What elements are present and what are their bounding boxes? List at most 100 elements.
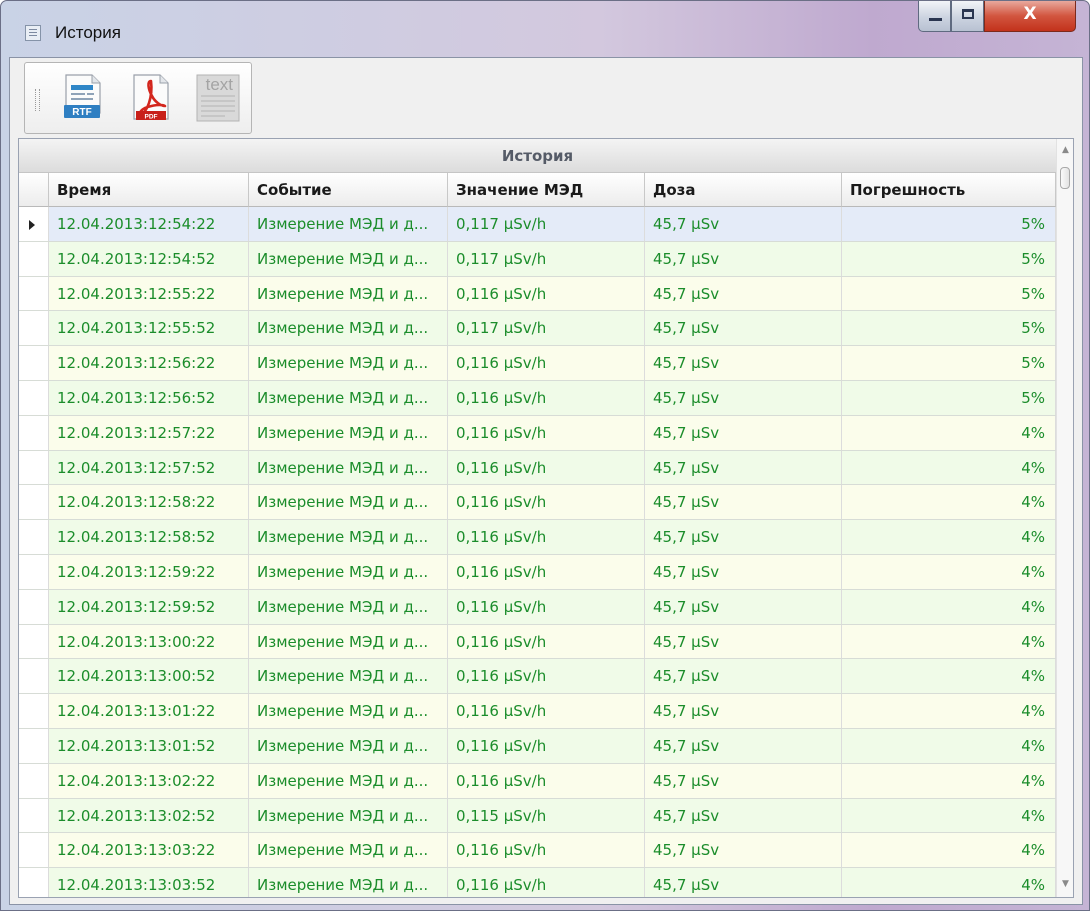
row-indicator[interactable] [19, 485, 49, 520]
cell-dose: 45,7 µSv [645, 380, 842, 415]
cell-event: Измерение МЭД и д... [249, 833, 448, 868]
cell-event: Измерение МЭД и д... [249, 276, 448, 311]
row-indicator[interactable] [19, 346, 49, 380]
rtf-document-icon: RTF [64, 74, 101, 118]
column-header-dose[interactable]: Доза [645, 173, 842, 207]
cell-time: 12.04.2013:12:57:22 [49, 415, 249, 450]
table-row[interactable]: 12.04.2013:13:02:22 Измерение МЭД и д... 0… [19, 763, 1056, 799]
vertical-scrollbar[interactable]: ▲ ▼ [1056, 139, 1073, 897]
cell-error: 4% [842, 450, 1056, 485]
cell-time: 12.04.2013:12:56:22 [49, 346, 249, 380]
table-row[interactable]: 12.04.2013:13:00:22 Измерение МЭД и д... 0… [19, 624, 1056, 660]
history-window: История X RTF PDF text История Время Соб… [0, 0, 1090, 911]
export-toolbar: RTF PDF text [24, 62, 252, 134]
row-indicator[interactable] [19, 763, 49, 798]
table-row[interactable]: 12.04.2013:12:54:52 Измерение МЭД и д... 0… [19, 241, 1056, 277]
export-rtf-button[interactable]: RTF [63, 73, 103, 127]
scroll-thumb[interactable] [1060, 167, 1070, 189]
table-row[interactable]: 12.04.2013:12:59:22 Измерение МЭД и д... 0… [19, 554, 1056, 590]
cell-dose-rate: 0,116 µSv/h [448, 694, 645, 728]
table-row[interactable]: 12.04.2013:12:56:22 Измерение МЭД и д... 0… [19, 346, 1056, 381]
cell-time: 12.04.2013:12:56:52 [49, 380, 249, 415]
cell-error: 4% [842, 798, 1056, 833]
cell-dose-rate: 0,116 µSv/h [448, 833, 645, 868]
row-indicator[interactable] [19, 450, 49, 485]
table-row[interactable]: 12.04.2013:12:58:22 Измерение МЭД и д... 0… [19, 485, 1056, 521]
cell-event: Измерение МЭД и д... [249, 520, 448, 554]
table-row[interactable]: 12.04.2013:12:58:52 Измерение МЭД и д... 0… [19, 520, 1056, 555]
cell-dose-rate: 0,116 µSv/h [448, 415, 645, 450]
cell-event: Измерение МЭД и д... [249, 415, 448, 450]
column-header-dose-rate[interactable]: Значение МЭД [448, 173, 645, 207]
cell-error: 4% [842, 868, 1056, 897]
table-row[interactable]: 12.04.2013:13:03:52 Измерение МЭД и д... 0… [19, 868, 1056, 897]
scroll-down-arrow-icon[interactable]: ▼ [1057, 877, 1073, 891]
table-row[interactable]: 12.04.2013:12:56:52 Измерение МЭД и д... 0… [19, 380, 1056, 416]
cell-dose: 45,7 µSv [645, 659, 842, 694]
row-indicator[interactable] [19, 833, 49, 868]
toolbar-grip[interactable] [35, 89, 40, 111]
table-row[interactable]: 12.04.2013:12:57:22 Измерение МЭД и д... 0… [19, 415, 1056, 451]
row-indicator[interactable] [19, 311, 49, 346]
cell-error: 4% [842, 833, 1056, 868]
cell-event: Измерение МЭД и д... [249, 207, 448, 241]
row-indicator[interactable] [19, 624, 49, 659]
column-header-time[interactable]: Время [49, 173, 249, 207]
export-text-button[interactable]: text [195, 73, 240, 127]
pdf-document-icon: PDF [133, 74, 169, 121]
row-indicator[interactable] [19, 659, 49, 694]
row-indicator[interactable] [19, 520, 49, 554]
title-bar[interactable]: История X [1, 1, 1089, 57]
row-indicator[interactable] [19, 728, 49, 763]
text-badge-text: text [206, 75, 234, 94]
row-indicator[interactable] [19, 798, 49, 833]
scroll-up-arrow-icon[interactable]: ▲ [1057, 143, 1073, 157]
table-row[interactable]: 12.04.2013:12:55:52 Измерение МЭД и д... 0… [19, 311, 1056, 347]
column-header-error[interactable]: Погрешность [842, 173, 1056, 207]
cell-error: 4% [842, 694, 1056, 728]
table-row[interactable]: 12.04.2013:13:01:52 Измерение МЭД и д... 0… [19, 728, 1056, 764]
cell-dose-rate: 0,116 µSv/h [448, 624, 645, 659]
table-row[interactable]: 12.04.2013:12:57:52 Измерение МЭД и д... 0… [19, 450, 1056, 486]
cell-event: Измерение МЭД и д... [249, 624, 448, 659]
cell-dose: 45,7 µSv [645, 520, 842, 554]
client-area: RTF PDF text История Время Событие Значе… [9, 57, 1083, 905]
table-row[interactable]: 12.04.2013:12:55:22 Измерение МЭД и д... 0… [19, 276, 1056, 312]
cell-time: 12.04.2013:12:55:52 [49, 311, 249, 346]
cell-dose: 45,7 µSv [645, 554, 842, 589]
row-indicator[interactable] [19, 589, 49, 624]
row-indicator[interactable] [19, 276, 49, 311]
row-indicator[interactable] [19, 868, 49, 897]
cell-error: 4% [842, 763, 1056, 798]
maximize-button[interactable] [951, 1, 984, 32]
table-row[interactable]: 12.04.2013:13:00:52 Измерение МЭД и д... 0… [19, 659, 1056, 695]
column-header-event[interactable]: Событие [249, 173, 448, 207]
row-indicator[interactable] [19, 241, 49, 276]
cell-event: Измерение МЭД и д... [249, 554, 448, 589]
cell-error: 5% [842, 241, 1056, 276]
row-indicator[interactable] [19, 554, 49, 589]
cell-dose: 45,7 µSv [645, 311, 842, 346]
row-indicator[interactable] [19, 380, 49, 415]
cell-error: 5% [842, 311, 1056, 346]
minimize-button[interactable] [918, 1, 951, 32]
table-row[interactable]: 12.04.2013:13:03:22 Измерение МЭД и д... 0… [19, 833, 1056, 869]
table-row[interactable]: 12.04.2013:12:54:22 Измерение МЭД и д... 0… [19, 207, 1056, 242]
table-row[interactable]: 12.04.2013:13:01:22 Измерение МЭД и д... 0… [19, 694, 1056, 729]
row-indicator[interactable] [19, 415, 49, 450]
export-pdf-button[interactable]: PDF [131, 73, 171, 127]
close-button[interactable]: X [984, 1, 1076, 32]
cell-dose: 45,7 µSv [645, 415, 842, 450]
cell-error: 4% [842, 520, 1056, 554]
cell-dose: 45,7 µSv [645, 694, 842, 728]
close-icon: X [1023, 4, 1037, 24]
history-grid[interactable]: История Время Событие Значение МЭД Доза … [18, 138, 1074, 898]
cell-dose: 45,7 µSv [645, 624, 842, 659]
cell-dose: 45,7 µSv [645, 207, 842, 241]
cell-time: 12.04.2013:13:00:52 [49, 659, 249, 694]
row-indicator[interactable] [19, 207, 49, 241]
cell-time: 12.04.2013:12:58:22 [49, 485, 249, 520]
table-row[interactable]: 12.04.2013:13:02:52 Измерение МЭД и д... 0… [19, 798, 1056, 834]
table-row[interactable]: 12.04.2013:12:59:52 Измерение МЭД и д... 0… [19, 589, 1056, 625]
row-indicator[interactable] [19, 694, 49, 728]
